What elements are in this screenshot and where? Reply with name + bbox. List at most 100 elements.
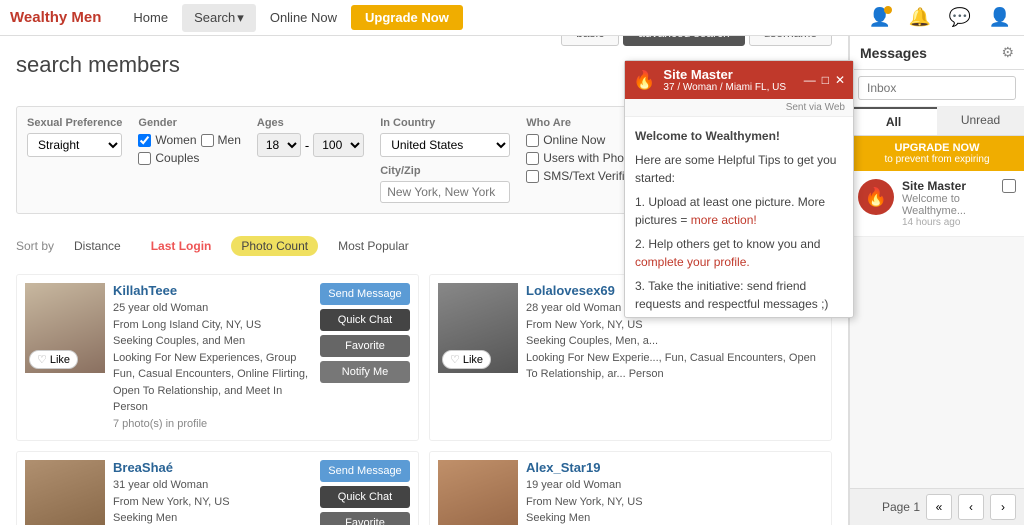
filter-users-photos-checkbox[interactable] xyxy=(526,152,539,165)
page-label: Page 1 xyxy=(882,500,920,514)
sort-distance[interactable]: Distance xyxy=(64,235,131,257)
chat-user-name: Site Master xyxy=(663,67,795,82)
filter-gender-couples-checkbox[interactable] xyxy=(138,152,151,165)
filter-gender-couples-label: Couples xyxy=(155,151,199,165)
notify-me-button-0[interactable]: Notify Me xyxy=(320,361,410,383)
chat-maximize-icon[interactable]: □ xyxy=(822,73,829,87)
like-button-0[interactable]: ♡ Like xyxy=(29,350,78,369)
member-photo-1: ♡ Like xyxy=(438,283,518,373)
chat-intro: Here are some Helpful Tips to get you st… xyxy=(635,151,843,187)
filter-cityzip-input[interactable] xyxy=(380,181,510,203)
alert-dot xyxy=(884,6,892,14)
member-card-0: ♡ Like KillahTeee 25 year old Woman From… xyxy=(16,274,419,441)
nav-online-now[interactable]: Online Now xyxy=(258,4,349,31)
member-name-2[interactable]: BreaShaé xyxy=(113,460,312,475)
sort-last-login[interactable]: Last Login xyxy=(141,235,222,257)
sort-by-label: Sort by xyxy=(16,239,54,253)
member-detail-0: 25 year old Woman From Long Island City,… xyxy=(113,300,312,432)
nav-search[interactable]: Search ▾ xyxy=(182,4,256,32)
send-message-button-0[interactable]: Send Message xyxy=(320,283,410,305)
page-first-btn[interactable]: « xyxy=(926,494,952,520)
favorite-button-2[interactable]: Favorite xyxy=(320,512,410,525)
chat-body: Welcome to Wealthymen! Here are some Hel… xyxy=(625,117,853,317)
account-icon[interactable]: 👤 xyxy=(986,4,1014,32)
chat-minimize-icon[interactable]: — xyxy=(804,73,816,87)
chat-popup: 🔥 Site Master 37 / Woman / Miami FL, US … xyxy=(624,60,854,318)
search-type-basic[interactable]: basic xyxy=(561,36,619,46)
message-tabs: All Unread xyxy=(850,107,1024,136)
chat-popup-header: 🔥 Site Master 37 / Woman / Miami FL, US … xyxy=(625,61,853,99)
member-actions-2: Send Message Quick Chat Favorite Notify … xyxy=(320,460,410,525)
member-info-3: Alex_Star19 19 year old Woman From New Y… xyxy=(526,460,823,525)
filter-gender-women-checkbox[interactable] xyxy=(138,134,151,147)
gear-icon[interactable]: ⚙ xyxy=(1001,44,1014,61)
quick-chat-button-0[interactable]: Quick Chat xyxy=(320,309,410,331)
like-button-1[interactable]: ♡ Like xyxy=(442,350,491,369)
nav-upgrade[interactable]: Upgrade Now xyxy=(351,5,463,30)
sort-most-popular[interactable]: Most Popular xyxy=(328,235,419,257)
member-name-3[interactable]: Alex_Star19 xyxy=(526,460,823,475)
message-body-0: Site Master Welcome to Wealthyme... 14 h… xyxy=(902,179,994,228)
favorite-button-0[interactable]: Favorite xyxy=(320,335,410,357)
message-list: 🔥 Site Master Welcome to Wealthyme... 14… xyxy=(850,171,1024,488)
member-actions-0: Send Message Quick Chat Favorite Notify … xyxy=(320,283,410,432)
member-info-2: BreaShaé 31 year old Woman From New York… xyxy=(113,460,312,525)
message-preview-0: Welcome to Wealthyme... xyxy=(902,193,994,217)
message-item-0[interactable]: 🔥 Site Master Welcome to Wealthyme... 14… xyxy=(850,171,1024,237)
sort-photo-count[interactable]: Photo Count xyxy=(231,236,318,256)
quick-chat-button-2[interactable]: Quick Chat xyxy=(320,486,410,508)
message-time-0: 14 hours ago xyxy=(902,217,994,228)
filter-country-label: In Country xyxy=(380,117,510,129)
messages-footer: Page 1 « ‹ › xyxy=(850,488,1024,525)
messages-header: Messages ⚙ xyxy=(850,36,1024,70)
chat-tip-2: 2. Help others get to know you and compl… xyxy=(635,235,843,271)
messages-bubble-icon[interactable]: 💬 xyxy=(946,4,974,32)
chat-tip-1: 1. Upload at least one picture. More pic… xyxy=(635,193,843,229)
filter-sexual-preference-select[interactable]: Straight xyxy=(27,133,122,157)
main-layout: search members basic advanced search use… xyxy=(0,36,1024,525)
nav-home[interactable]: Home xyxy=(121,4,180,31)
filter-country-select[interactable]: United States xyxy=(380,133,510,157)
chat-sent-via: Sent via Web xyxy=(625,99,853,117)
send-message-button-2[interactable]: Send Message xyxy=(320,460,410,482)
upgrade-banner-title: UPGRADE NOW xyxy=(858,142,1016,154)
site-logo: Wealthy Men xyxy=(10,9,101,27)
filter-ages: Ages 18 - 100 xyxy=(257,117,364,203)
message-sender-0: Site Master xyxy=(902,179,994,193)
chat-welcome: Welcome to Wealthymen! xyxy=(635,127,843,145)
filter-gender-men-checkbox[interactable] xyxy=(201,134,214,147)
nav-items: Home Search ▾ Online Now Upgrade Now xyxy=(121,4,462,32)
member-name-0[interactable]: KillahTeee xyxy=(113,283,312,298)
inbox-search-input[interactable] xyxy=(858,76,1016,100)
filter-gender-men-label: Men xyxy=(218,133,241,147)
filter-gender-women-label: Women xyxy=(155,133,196,147)
page-back-btn[interactable]: ‹ xyxy=(958,494,984,520)
chat-close-icon[interactable]: ✕ xyxy=(835,73,845,87)
notification-bell-icon[interactable]: 🔔 xyxy=(906,4,934,32)
top-nav: Wealthy Men Home Search ▾ Online Now Upg… xyxy=(0,0,1024,36)
chat-user-detail: 37 / Woman / Miami FL, US xyxy=(663,82,795,93)
filter-age-min[interactable]: 18 xyxy=(257,133,301,157)
filter-online-now-checkbox[interactable] xyxy=(526,134,539,147)
upgrade-banner-subtitle: to prevent from expiring xyxy=(858,154,1016,165)
upgrade-banner[interactable]: UPGRADE NOW to prevent from expiring xyxy=(850,136,1024,171)
filter-sms-verified-checkbox[interactable] xyxy=(526,170,539,183)
page-forward-btn[interactable]: › xyxy=(990,494,1016,520)
message-avatar-0: 🔥 xyxy=(858,179,894,215)
filter-gender-couples-row: Couples xyxy=(138,151,240,165)
filter-ages-row: 18 - 100 xyxy=(257,133,364,157)
filter-age-max[interactable]: 100 xyxy=(313,133,364,157)
member-photo-0: ♡ Like xyxy=(25,283,105,373)
member-photo-3: ♡ Like xyxy=(438,460,518,525)
msg-tab-unread[interactable]: Unread xyxy=(937,107,1024,135)
search-type-username[interactable]: username xyxy=(749,36,832,46)
member-detail-2: 31 year old Woman From New York, NY, US … xyxy=(113,477,312,525)
message-checkbox-0[interactable] xyxy=(1002,179,1016,193)
profile-alert-icon[interactable]: 👤 xyxy=(866,4,894,32)
member-photo-2: ♡ Like xyxy=(25,460,105,525)
heart-icon-0: ♡ xyxy=(37,353,47,366)
chat-controls: — □ ✕ xyxy=(804,73,845,87)
msg-tab-all[interactable]: All xyxy=(850,107,937,135)
topnav-right: 👤 🔔 💬 👤 xyxy=(866,4,1014,32)
search-type-advanced[interactable]: advanced search xyxy=(623,36,744,46)
